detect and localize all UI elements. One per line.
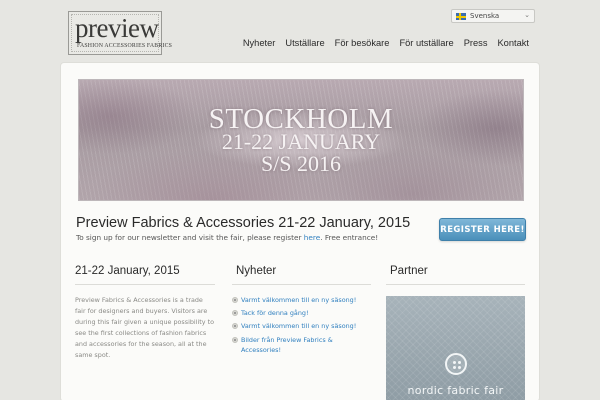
nav-item-for-besokare[interactable]: För besökare [335,38,390,48]
logo-wordmark: preview [75,13,159,43]
news-list: Varmt välkommen till en ny säsong! Tack … [232,295,368,358]
hero-banner: STOCKHOLM 21-22 JANUARY S/S 2016 [78,79,524,201]
news-title: Nyheter [236,265,277,277]
about-text: Preview Fabrics & Accessories is a trade… [75,296,214,359]
logo-tagline: FASHION ACCESSORIES FABRICS [77,43,173,49]
partner-title: Partner [390,265,428,277]
news-item-label: Bilder från Preview Fabrics & Accessorie… [241,335,333,354]
language-select[interactable]: Svenska ⌄ [451,9,535,23]
chevron-down-icon: ⌄ [524,11,530,19]
news-item[interactable]: Tack för denna gång! [232,308,368,318]
news-item[interactable]: Varmt välkommen till en ny säsong! [232,321,368,331]
nav-item-press[interactable]: Press [464,38,488,48]
bullet-icon [232,310,238,317]
page-headline: Preview Fabrics & Accessories 21-22 Janu… [76,215,411,231]
bullet-icon [232,323,238,330]
news-item[interactable]: Varmt välkommen till en ny säsong! [232,295,368,305]
bullet-icon [232,336,238,343]
intro-text-after: . Free entrance! [320,233,379,242]
nav-item-for-utstallare[interactable]: För utställare [399,38,453,48]
site-logo[interactable]: preview FASHION ACCESSORIES FABRICS [68,11,172,55]
partner-caption: nordic fabric fair [407,384,504,397]
nav-item-nyheter[interactable]: Nyheter [243,38,276,48]
main-nav: Nyheter Utställare För besökare För utst… [243,38,529,48]
banner-season: S/S 2016 [260,151,342,176]
intro-text-before: To sign up for our newsletter and visit … [76,233,304,242]
news-item-label: Tack för denna gång! [241,309,309,318]
about-title: 21-22 January, 2015 [75,265,180,277]
news-item-label: Varmt välkommen till en ny säsong! [241,296,357,304]
news-item-label: Varmt välkommen till en ny säsong! [241,322,357,331]
nav-item-utstallare[interactable]: Utställare [285,38,324,48]
bullet-icon [232,297,238,303]
divider [75,284,215,285]
intro-text: To sign up for our newsletter and visit … [76,233,378,242]
partner-banner[interactable]: nordic fabric fair [386,296,525,400]
register-button[interactable]: REGISTER HERE! [439,218,526,241]
sewing-button-icon [445,353,467,375]
content-panel: STOCKHOLM 21-22 JANUARY S/S 2016 Preview… [60,62,540,400]
swedish-flag-icon [456,13,466,20]
register-link[interactable]: here [304,233,320,242]
nav-item-kontakt[interactable]: Kontakt [497,38,529,48]
language-select-value: Svenska [470,12,500,20]
divider [386,284,525,285]
divider [232,284,371,285]
news-item[interactable]: Bilder från Preview Fabrics & Accessorie… [232,335,368,355]
